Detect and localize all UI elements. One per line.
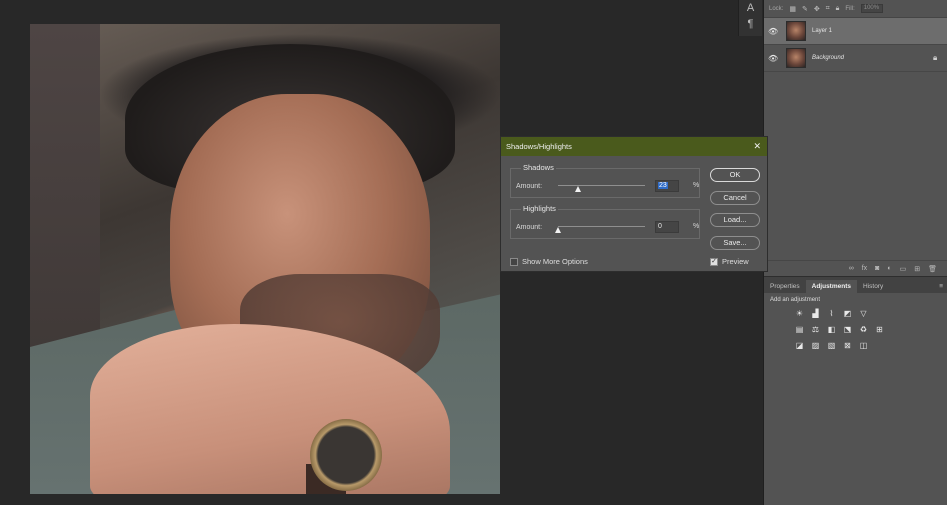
channel-mixer-icon[interactable]: ⊞ [874, 325, 885, 335]
curves-icon[interactable]: ⌇ [826, 309, 837, 319]
highlights-amount-input[interactable]: 0 [655, 221, 679, 233]
layers-empty-space [764, 72, 947, 260]
highlights-group: Highlights Amount: 0 % [510, 204, 700, 239]
visibility-eye-icon[interactable]: 👁︎ [768, 54, 778, 63]
layer-name: Layer 1 [812, 28, 833, 34]
adjustment-icons-row-3: ◪ ▨ ▧ ⊠ ◫ [770, 341, 941, 351]
group-folder-icon[interactable]: ▭ [900, 265, 907, 273]
ok-button[interactable]: OK [710, 168, 760, 182]
photo-filter-icon[interactable]: ♻ [858, 325, 869, 335]
layer-row-layer-1[interactable]: 👁︎ Layer 1 [764, 18, 947, 45]
photo-watch [310, 419, 382, 491]
save-button[interactable]: Save... [710, 236, 760, 250]
lock-move-icon[interactable]: ✥ [814, 5, 820, 13]
close-icon[interactable]: ✕ [753, 141, 761, 152]
load-button[interactable]: Load... [710, 213, 760, 227]
shadows-slider-thumb[interactable] [574, 186, 581, 192]
lock-transparent-icon[interactable]: ▦ [789, 5, 796, 13]
levels-icon[interactable]: ▟ [810, 309, 821, 319]
show-more-options-box[interactable] [510, 257, 518, 266]
hue-saturation-icon[interactable]: ⚖ [810, 325, 821, 335]
layers-footer: ∞ fx ◙ ◐ ▭ ⊞ 🗑︎ [764, 260, 947, 276]
dialog-title: Shadows/Highlights [506, 142, 572, 151]
show-more-options-checkbox[interactable]: Show More Options [510, 257, 588, 266]
tab-adjustments[interactable]: Adjustments [805, 280, 857, 293]
lock-artboard-icon[interactable]: ⌗ [826, 5, 830, 13]
shadows-amount-input[interactable]: 23 [655, 180, 679, 192]
shadows-group: Shadows Amount: 23 % [510, 163, 700, 198]
fill-field[interactable]: 100% [860, 4, 883, 13]
highlights-label: Highlights [521, 204, 558, 213]
trash-icon[interactable]: 🗑︎ [928, 265, 937, 273]
selective-color-icon[interactable]: ⊠ [842, 341, 853, 351]
shadows-amount-label: Amount: [516, 183, 543, 190]
lock-icon: 🔒︎ [933, 53, 938, 62]
adjustment-icons-row-1: ☀ ▟ ⌇ ◩ ▽ [770, 309, 941, 319]
panel-tabs: Properties Adjustments History ≡ [764, 276, 947, 293]
link-layers-icon[interactable]: ∞ [849, 265, 854, 272]
shadows-slider-track[interactable] [558, 185, 645, 186]
brightness-contrast-icon[interactable]: ☀ [794, 309, 805, 319]
gradient-map-icon[interactable]: ◫ [858, 341, 869, 351]
preview-check-icon[interactable]: ✓ [710, 257, 718, 266]
type-vertical-icon[interactable]: A [739, 0, 762, 16]
tab-properties[interactable]: Properties [764, 280, 806, 293]
new-layer-icon[interactable]: ⊞ [914, 265, 920, 273]
portrait-photo [30, 24, 500, 494]
layer-thumbnail [786, 48, 806, 68]
shadows-percent-label: % [693, 182, 700, 189]
show-more-options-label: Show More Options [522, 257, 588, 266]
right-panel: Lock: ▦ ✎ ✥ ⌗ 🔒︎ Fill: 100% 👁︎ Layer 1 👁… [763, 0, 947, 505]
tab-history[interactable]: History [857, 280, 889, 293]
threshold-icon[interactable]: ▧ [826, 341, 837, 351]
dialog-title-bar[interactable]: Shadows/Highlights ✕ [501, 137, 767, 156]
fill-label: Fill: [845, 5, 855, 12]
lock-paint-icon[interactable]: ✎ [802, 5, 808, 13]
shadows-label: Shadows [521, 163, 556, 172]
gradient-map-triangle-icon[interactable]: ▽ [858, 309, 869, 319]
layer-name: Background [812, 55, 845, 61]
posterize-icon[interactable]: ▨ [810, 341, 821, 351]
character-tools-strip: A ¶ [738, 0, 762, 36]
highlights-amount-label: Amount: [516, 224, 543, 231]
highlights-percent-label: % [693, 223, 700, 230]
shadows-highlights-dialog: Shadows/Highlights ✕ Shadows Amount: 23 … [500, 136, 768, 272]
cancel-button[interactable]: Cancel [710, 191, 760, 205]
vibrance-icon[interactable]: ▤ [794, 325, 805, 335]
adjustment-layer-icon[interactable]: ◐ [887, 265, 891, 272]
panel-menu-icon[interactable]: ≡ [935, 280, 947, 293]
preview-checkbox[interactable]: ✓ Preview [710, 257, 749, 266]
black-white-icon[interactable]: ⬔ [842, 325, 853, 335]
exposure-icon[interactable]: ◩ [842, 309, 853, 319]
adjustments-panel: Add an adjustment ☀ ▟ ⌇ ◩ ▽ ▤ ⚖ ◧ ⬔ ♻ ⊞ … [764, 293, 947, 355]
layer-thumbnail [786, 21, 806, 41]
highlights-slider-thumb[interactable] [554, 227, 561, 233]
invert-icon[interactable]: ◪ [794, 341, 805, 351]
adjustment-icons-row-2: ▤ ⚖ ◧ ⬔ ♻ ⊞ [770, 325, 941, 335]
layers-lock-bar: Lock: ▦ ✎ ✥ ⌗ 🔒︎ Fill: 100% [764, 0, 947, 18]
add-mask-icon[interactable]: ◙ [875, 265, 879, 272]
highlights-slider-track[interactable] [558, 226, 645, 227]
adjustments-heading: Add an adjustment [770, 297, 821, 303]
layer-row-background[interactable]: 👁︎ Background 🔒︎ [764, 45, 947, 72]
lock-label: Lock: [769, 5, 784, 12]
preview-label: Preview [722, 257, 749, 266]
color-balance-icon[interactable]: ◧ [826, 325, 837, 335]
lock-all-icon[interactable]: 🔒︎ [836, 5, 840, 13]
visibility-eye-icon[interactable]: 👁︎ [768, 27, 778, 36]
fx-icon[interactable]: fx [862, 265, 867, 272]
paragraph-icon[interactable]: ¶ [739, 16, 762, 32]
